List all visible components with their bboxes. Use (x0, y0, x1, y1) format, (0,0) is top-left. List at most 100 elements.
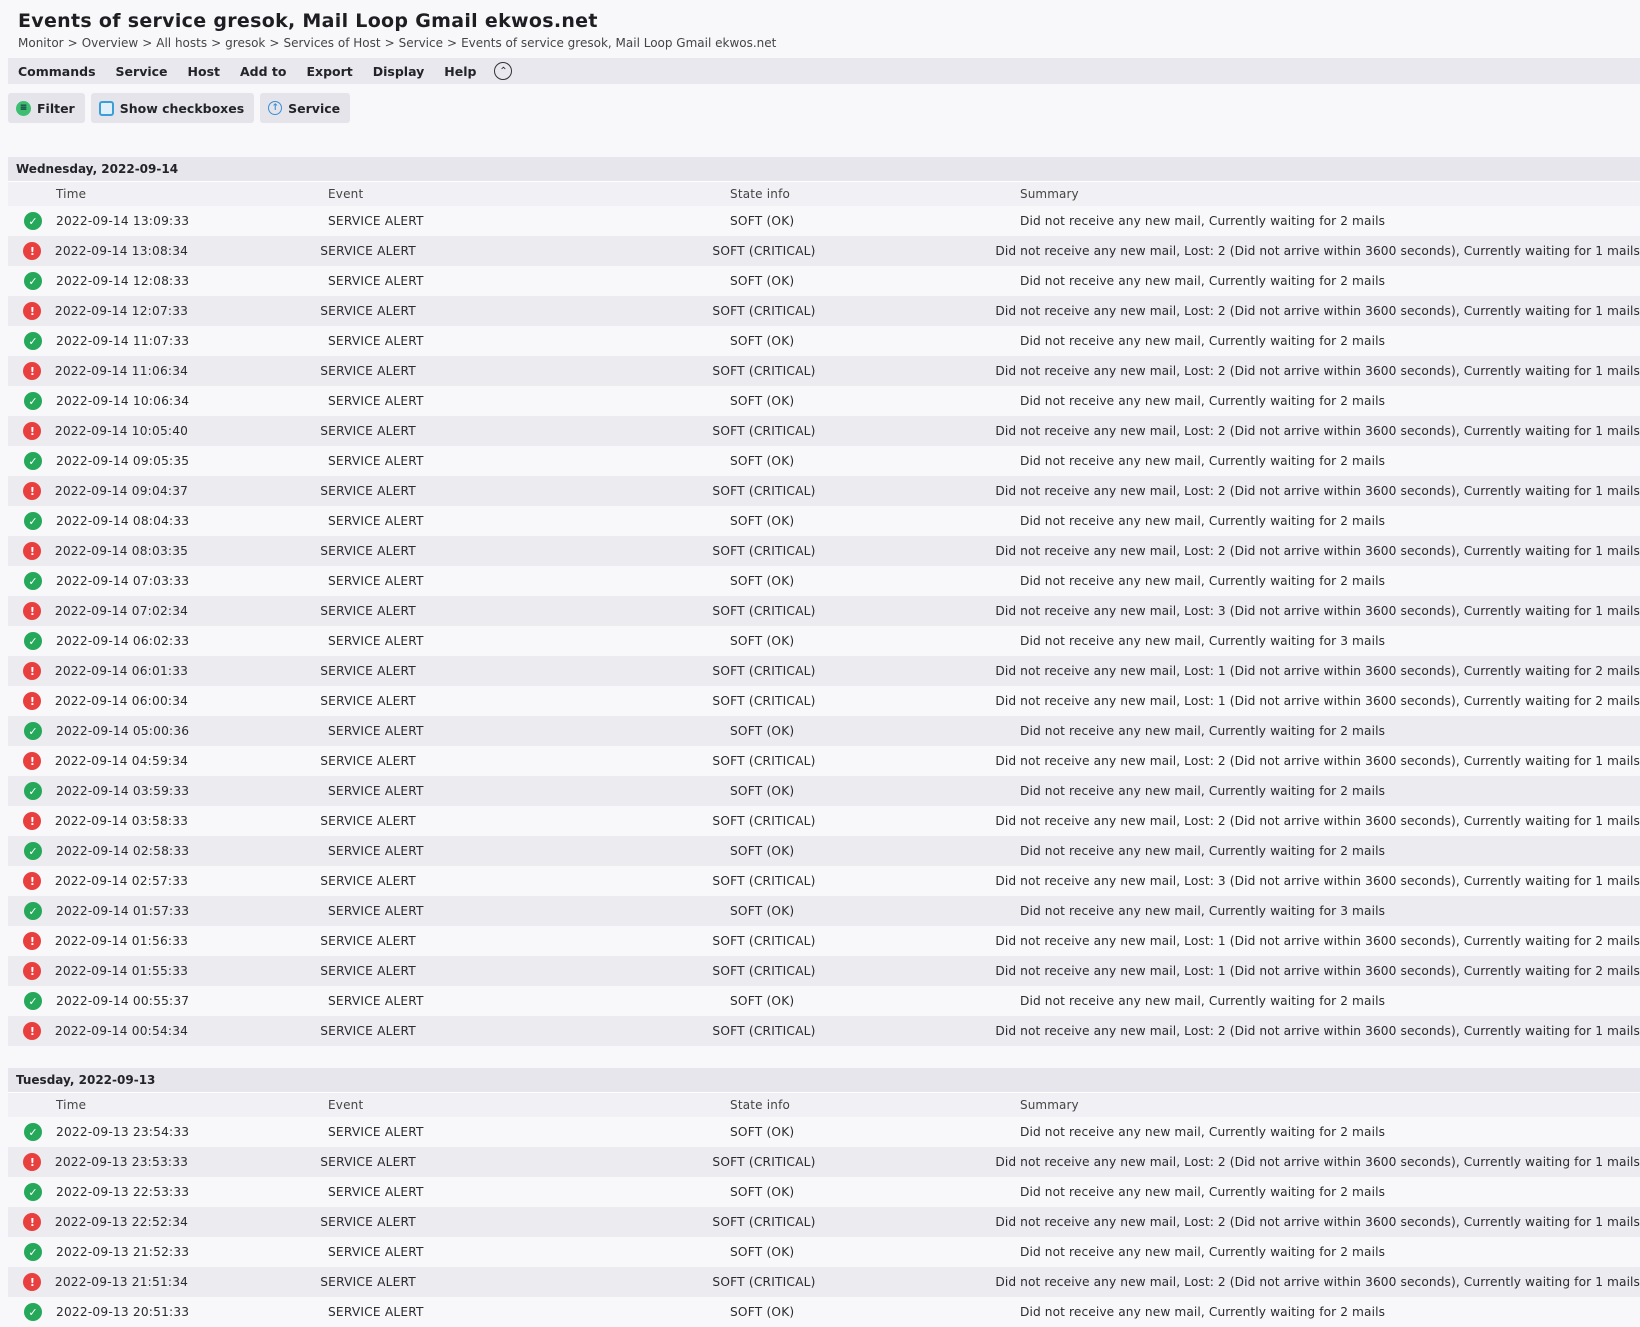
menu-add-to[interactable]: Add to (240, 64, 286, 79)
exclamation-circle-icon[interactable]: ! (23, 302, 42, 320)
check-circle-icon[interactable]: ✓ (24, 632, 42, 650)
exclamation-circle-icon[interactable]: ! (23, 1022, 42, 1040)
menu-export[interactable]: Export (306, 64, 352, 79)
status-cell: ✓ (8, 992, 56, 1010)
chevron-up-circle-icon[interactable]: ⌃ (494, 62, 513, 80)
breadcrumb-item[interactable]: Services of Host (283, 36, 380, 50)
exclamation-circle-icon[interactable]: ! (23, 692, 42, 710)
event-summary: Did not receive any new mail, Currently … (1020, 634, 1386, 648)
column-header-time[interactable]: Time (56, 187, 328, 201)
check-circle-icon[interactable]: ✓ (24, 722, 42, 740)
event-row: ✓ 2022-09-14 06:02:33 SERVICE ALERT SOFT (O… (8, 626, 1640, 656)
exclamation-circle-icon[interactable]: ! (23, 242, 42, 260)
check-circle-icon[interactable]: ✓ (24, 452, 42, 470)
status-cell: ✓ (8, 632, 56, 650)
column-header-state[interactable]: State info (730, 187, 1020, 201)
column-header-summary[interactable]: Summary (1020, 187, 1640, 201)
filter-button[interactable]: ≡ Filter (8, 93, 85, 123)
column-header-summary[interactable]: Summary (1020, 1098, 1640, 1112)
event-time: 2022-09-14 00:54:34 (54, 1024, 189, 1038)
breadcrumb-item[interactable]: gresok (225, 36, 265, 50)
breadcrumb-item[interactable]: All hosts (156, 36, 207, 50)
column-header-state[interactable]: State info (730, 1098, 1020, 1112)
state-info: SOFT (CRITICAL) (712, 364, 816, 378)
exclamation-circle-icon[interactable]: ! (23, 962, 42, 980)
event-row: ✓ 2022-09-14 01:57:33 SERVICE ALERT SOFT (O… (8, 896, 1640, 926)
show-checkboxes-button[interactable]: Show checkboxes (90, 93, 255, 123)
event-time: 2022-09-14 09:04:37 (54, 484, 189, 498)
event-summary: Did not receive any new mail, Lost: 1 (D… (995, 694, 1640, 708)
state-info: SOFT (CRITICAL) (712, 1024, 816, 1038)
breadcrumb-item[interactable]: Overview (82, 36, 139, 50)
event-time: 2022-09-14 13:08:34 (54, 244, 189, 258)
exclamation-circle-icon[interactable]: ! (23, 362, 42, 380)
state-info: SOFT (CRITICAL) (712, 934, 816, 948)
column-header-time[interactable]: Time (56, 1098, 328, 1112)
show-checkboxes-label: Show checkboxes (119, 100, 245, 116)
exclamation-circle-icon[interactable]: ! (23, 1273, 42, 1291)
column-header-event[interactable]: Event (328, 187, 730, 201)
state-info: SOFT (OK) (730, 214, 795, 228)
check-circle-icon[interactable]: ✓ (24, 902, 42, 920)
event-summary: Did not receive any new mail, Lost: 1 (D… (995, 964, 1640, 978)
check-circle-icon[interactable]: ✓ (24, 512, 42, 530)
event-row: ! 2022-09-14 11:06:34 SERVICE ALERT SOFT (C… (8, 356, 1640, 386)
event-summary: Did not receive any new mail, Lost: 1 (D… (995, 934, 1640, 948)
event-type: SERVICE ALERT (328, 574, 424, 588)
exclamation-circle-icon[interactable]: ! (23, 422, 42, 440)
check-circle-icon[interactable]: ✓ (24, 782, 42, 800)
event-time: 2022-09-14 06:02:33 (56, 634, 190, 648)
exclamation-circle-icon[interactable]: ! (23, 482, 42, 500)
event-summary: Did not receive any new mail, Lost: 3 (D… (995, 604, 1640, 618)
exclamation-circle-icon[interactable]: ! (23, 662, 42, 680)
breadcrumb-item[interactable]: Service (399, 36, 443, 50)
exclamation-circle-icon[interactable]: ! (23, 932, 42, 950)
state-info: SOFT (CRITICAL) (712, 304, 816, 318)
event-row: ! 2022-09-14 06:00:34 SERVICE ALERT SOFT (C… (8, 686, 1640, 716)
state-info: SOFT (OK) (730, 1125, 795, 1139)
event-type: SERVICE ALERT (328, 274, 424, 288)
event-row: ! 2022-09-14 13:08:34 SERVICE ALERT SOFT (C… (8, 236, 1640, 266)
state-info: SOFT (CRITICAL) (712, 814, 816, 828)
state-info: SOFT (OK) (730, 844, 795, 858)
status-cell: ✓ (8, 392, 56, 410)
status-cell: ! (8, 1022, 55, 1040)
state-info: SOFT (CRITICAL) (712, 1215, 816, 1229)
check-circle-icon[interactable]: ✓ (24, 1303, 42, 1321)
exclamation-circle-icon[interactable]: ! (23, 542, 42, 560)
event-row: ! 2022-09-14 01:55:33 SERVICE ALERT SOFT (C… (8, 956, 1640, 986)
menu-display[interactable]: Display (373, 64, 425, 79)
check-circle-icon[interactable]: ✓ (24, 992, 42, 1010)
exclamation-circle-icon[interactable]: ! (23, 602, 42, 620)
menu-host[interactable]: Host (188, 64, 220, 79)
menu-service[interactable]: Service (116, 64, 168, 79)
exclamation-circle-icon[interactable]: ! (23, 1213, 42, 1231)
event-summary: Did not receive any new mail, Currently … (1020, 274, 1386, 288)
check-circle-icon[interactable]: ✓ (24, 212, 42, 230)
check-circle-icon[interactable]: ✓ (24, 392, 42, 410)
check-circle-icon[interactable]: ✓ (24, 1183, 42, 1201)
exclamation-circle-icon[interactable]: ! (23, 1153, 42, 1171)
event-summary: Did not receive any new mail, Currently … (1020, 574, 1386, 588)
check-circle-icon[interactable]: ✓ (24, 272, 42, 290)
event-time: 2022-09-14 13:09:33 (56, 214, 190, 228)
exclamation-circle-icon[interactable]: ! (23, 872, 42, 890)
status-cell: ! (8, 932, 55, 950)
check-circle-icon[interactable]: ✓ (24, 332, 42, 350)
service-button[interactable]: ↑ Service (260, 93, 351, 123)
check-circle-icon[interactable]: ✓ (24, 842, 42, 860)
menu-commands[interactable]: Commands (18, 64, 96, 79)
event-summary: Did not receive any new mail, Currently … (1020, 1305, 1386, 1319)
event-time: 2022-09-13 22:52:34 (54, 1215, 189, 1229)
event-type: SERVICE ALERT (328, 904, 424, 918)
state-info: SOFT (CRITICAL) (712, 544, 816, 558)
breadcrumb-item[interactable]: Monitor (18, 36, 64, 50)
exclamation-circle-icon[interactable]: ! (23, 752, 42, 770)
column-header-event[interactable]: Event (328, 1098, 730, 1112)
check-circle-icon[interactable]: ✓ (24, 1123, 42, 1141)
check-circle-icon[interactable]: ✓ (24, 572, 42, 590)
check-circle-icon[interactable]: ✓ (24, 1243, 42, 1261)
menu-help[interactable]: Help (444, 64, 476, 79)
exclamation-circle-icon[interactable]: ! (23, 812, 42, 830)
status-cell: ✓ (8, 842, 56, 860)
